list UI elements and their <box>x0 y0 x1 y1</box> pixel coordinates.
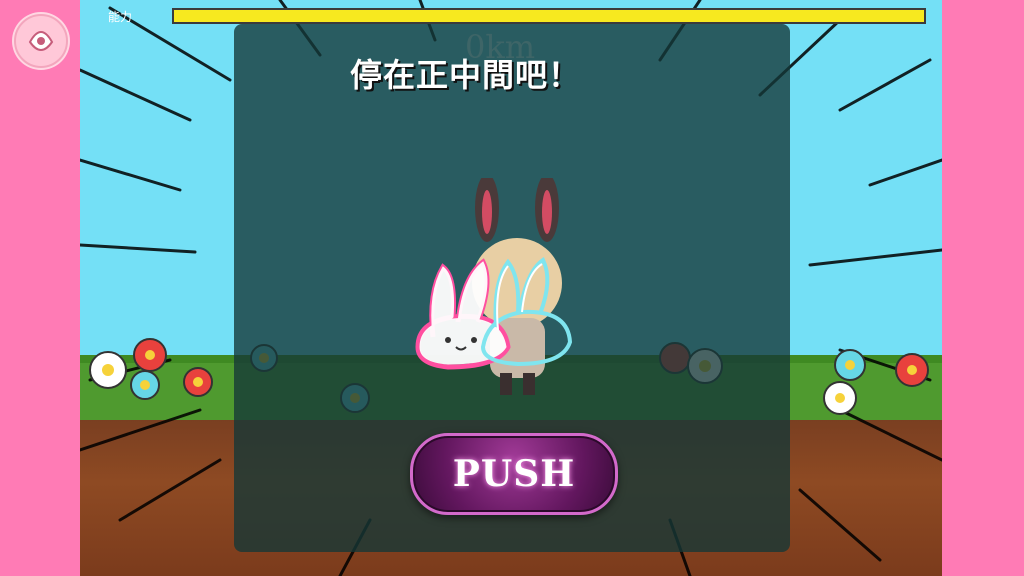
push-button-label: PUSH <box>452 453 576 495</box>
instruction-title: 停在正中間吧！ <box>350 56 582 94</box>
right-border-panel <box>942 0 1024 576</box>
rabbit-cursor-icon <box>415 257 573 370</box>
power-bar <box>172 8 926 24</box>
push-button[interactable]: PUSH <box>410 433 618 515</box>
logo-icon <box>12 12 70 70</box>
power-label: 能力 <box>108 10 133 24</box>
left-border-panel <box>0 0 80 576</box>
